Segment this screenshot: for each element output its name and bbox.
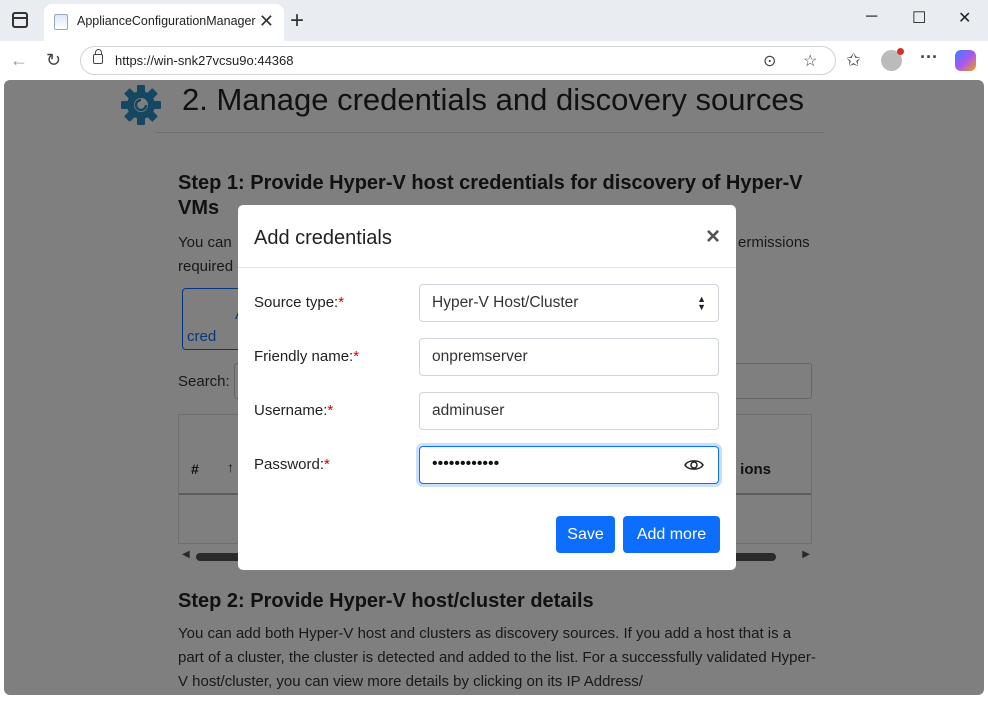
more-icon[interactable]: ··· xyxy=(920,47,938,68)
reader-icon[interactable]: ⊙ xyxy=(763,51,776,71)
password-value: •••••••••••• xyxy=(432,455,500,472)
show-password-eye-icon[interactable] xyxy=(684,458,704,472)
source-type-value: Hyper-V Host/Cluster xyxy=(432,294,579,311)
page-content: 2. Manage credentials and discovery sour… xyxy=(4,80,984,695)
browser-tab[interactable]: ApplianceConfigurationManager ✕ xyxy=(44,4,284,41)
username-label: Username:* xyxy=(254,402,333,419)
required-marker: * xyxy=(338,294,345,311)
dialog-title: Add credentials xyxy=(254,227,392,249)
friendly-name-value: onpremserver xyxy=(432,348,528,365)
tab-actions-icon[interactable] xyxy=(12,12,28,28)
required-marker: * xyxy=(327,402,334,419)
required-marker: * xyxy=(353,348,360,365)
save-button[interactable]: Save xyxy=(556,516,615,553)
maximize-icon[interactable]: ☐ xyxy=(912,8,926,28)
favorites-list-icon[interactable]: ✩ xyxy=(846,50,861,71)
close-icon[interactable]: × xyxy=(706,223,720,251)
source-type-label: Source type:* xyxy=(254,294,344,311)
select-caret-icon: ▲ ▼ xyxy=(697,294,706,312)
back-arrow-icon[interactable]: ← xyxy=(10,50,28,71)
browser-tab-bar: ApplianceConfigurationManager ✕ + ─ ☐ ✕ xyxy=(0,0,988,41)
lock-icon[interactable] xyxy=(93,49,103,64)
refresh-icon[interactable]: ↻ xyxy=(46,50,61,71)
required-marker: * xyxy=(324,456,330,473)
username-input[interactable]: adminuser xyxy=(419,392,719,430)
profile-icon[interactable] xyxy=(881,48,904,71)
window-close-icon[interactable]: ✕ xyxy=(958,8,971,28)
tab-close-icon[interactable]: ✕ xyxy=(259,11,274,32)
password-input[interactable]: •••••••••••• xyxy=(419,446,719,484)
username-value: adminuser xyxy=(432,402,505,419)
username-label-text: Username: xyxy=(254,402,328,419)
new-tab-icon[interactable]: + xyxy=(290,7,304,35)
dialog-header: Add credentials × xyxy=(238,205,736,268)
favorite-star-icon[interactable]: ☆ xyxy=(803,51,817,71)
friendly-name-label: Friendly name:* xyxy=(254,348,359,365)
friendly-name-input[interactable]: onpremserver xyxy=(419,338,719,376)
add-more-button[interactable]: Add more xyxy=(623,516,720,553)
minimize-icon[interactable]: ─ xyxy=(866,8,877,26)
source-type-label-text: Source type: xyxy=(254,294,339,311)
url-text[interactable]: https://win-snk27vcsu9o:44368 xyxy=(115,53,294,68)
page-favicon-icon xyxy=(54,14,68,30)
friendly-name-label-text: Friendly name: xyxy=(254,348,354,365)
source-type-select[interactable]: Hyper-V Host/Cluster ▲ ▼ xyxy=(419,284,719,322)
password-label: Password:* xyxy=(254,456,330,473)
address-bar[interactable]: https://win-snk27vcsu9o:44368 ⊙ ☆ xyxy=(80,46,836,75)
copilot-icon[interactable] xyxy=(955,50,976,71)
password-label-text: Password: xyxy=(254,456,325,473)
address-toolbar: ← ↻ https://win-snk27vcsu9o:44368 ⊙ ☆ ✩ … xyxy=(0,41,988,80)
tab-title: ApplianceConfigurationManager xyxy=(77,14,256,28)
add-credentials-dialog: Add credentials × Source type:* Hyper-V … xyxy=(238,205,736,570)
